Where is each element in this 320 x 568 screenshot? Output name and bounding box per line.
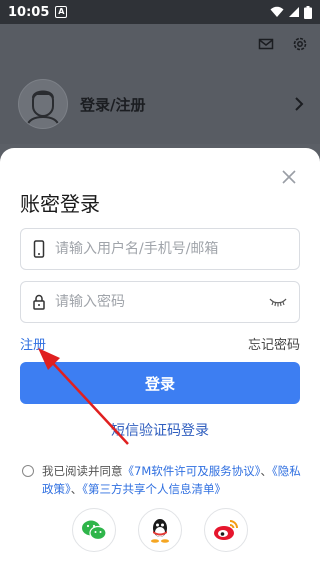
avatar-placeholder-icon — [26, 90, 60, 126]
wechat-login-button[interactable] — [72, 508, 116, 552]
chevron-right-icon — [295, 97, 304, 111]
hide-password-icon[interactable] — [269, 297, 287, 307]
mail-icon[interactable] — [258, 36, 274, 52]
social-login — [0, 508, 320, 552]
profile-login-label: 登录/注册 — [80, 95, 146, 114]
status-time: 10:05 — [8, 4, 50, 20]
qq-login-button[interactable] — [138, 508, 182, 552]
password-field[interactable] — [20, 281, 300, 323]
page-title: 账密登录 — [20, 192, 100, 216]
avatar — [18, 79, 68, 129]
profile-login-row[interactable]: 登录/注册 — [18, 78, 304, 130]
phone-icon — [33, 240, 45, 258]
close-button[interactable] — [280, 168, 298, 186]
agreement-separator: 、 — [70, 482, 83, 496]
agreement: 我已阅读并同意《7M软件许可及服务协议》、《隐私政策》、《第三方共享个人信息清单… — [22, 462, 312, 498]
register-link[interactable]: 注册 — [20, 334, 46, 353]
wifi-icon — [270, 6, 284, 17]
wechat-icon — [82, 520, 107, 541]
notification-icon: A — [55, 6, 68, 18]
agreement-text: 我已阅读并同意《7M软件许可及服务协议》、《隐私政策》、《第三方共享个人信息清单… — [22, 462, 312, 498]
settings-icon[interactable] — [292, 36, 308, 52]
weibo-icon — [214, 520, 238, 540]
battery-icon — [304, 5, 312, 19]
third-party-list-link[interactable]: 《第三方共享个人信息清单》 — [82, 482, 226, 496]
weibo-login-button[interactable] — [204, 508, 248, 552]
username-input[interactable] — [55, 241, 287, 257]
signal-icon — [289, 7, 299, 17]
qq-icon — [151, 519, 169, 543]
license-agreement-link[interactable]: 《7M软件许可及服务协议》 — [123, 464, 261, 478]
close-icon — [282, 170, 296, 184]
lock-icon — [33, 294, 45, 310]
username-field[interactable] — [20, 228, 300, 270]
header-actions — [258, 36, 308, 52]
forgot-password-link[interactable]: 忘记密码 — [248, 334, 300, 353]
sms-login-link[interactable]: 短信验证码登录 — [0, 420, 320, 440]
agreement-separator: 、 — [260, 464, 273, 478]
password-input[interactable] — [55, 294, 269, 310]
login-sheet: 账密登录 注册 忘记密码 登录 短信验证码登录 我已阅读并同意《7M软件许可及服… — [0, 148, 320, 568]
agreement-prefix: 我已阅读并同意 — [42, 464, 123, 478]
status-icons — [270, 5, 312, 19]
status-bar: 10:05 A — [0, 0, 320, 24]
agreement-checkbox[interactable] — [22, 465, 34, 477]
login-button[interactable]: 登录 — [20, 362, 300, 404]
